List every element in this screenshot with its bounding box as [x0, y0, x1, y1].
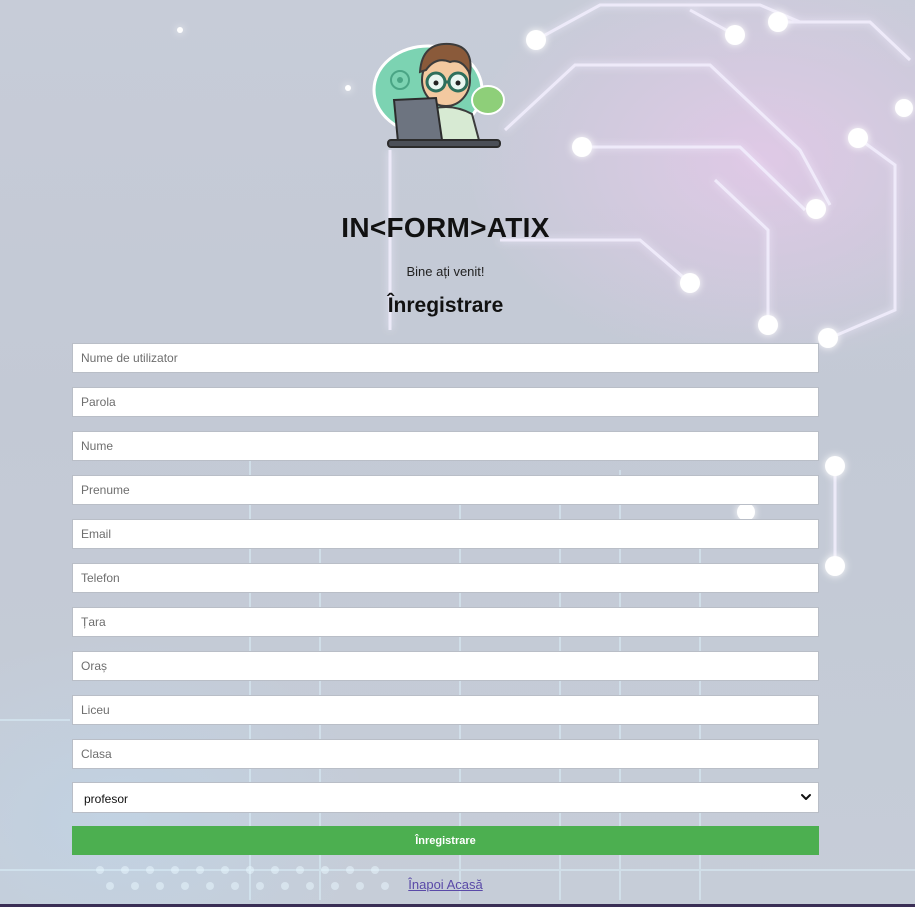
programmer-logo	[372, 42, 505, 148]
class-input[interactable]	[72, 739, 819, 769]
welcome-text: Bine ați venit!	[406, 264, 485, 279]
brand-title: IN<FORM>ATIX	[341, 212, 550, 243]
back-home-container: Înapoi Acasă	[0, 877, 891, 892]
email-input[interactable]	[72, 519, 819, 549]
last-name-input[interactable]	[72, 431, 819, 461]
back-home-link[interactable]: Înapoi Acasă	[408, 877, 482, 892]
country-input[interactable]	[72, 607, 819, 637]
form-title: Înregistrare	[387, 294, 504, 317]
phone-input[interactable]	[72, 563, 819, 593]
chevron-down-icon	[801, 794, 811, 800]
username-input[interactable]	[72, 343, 819, 373]
first-name-input[interactable]	[72, 475, 819, 505]
password-input[interactable]	[72, 387, 819, 417]
role-select[interactable]: profesor	[72, 782, 819, 813]
city-input[interactable]	[72, 651, 819, 681]
register-button[interactable]: Înregistrare	[72, 826, 819, 855]
role-select-value: profesor	[84, 792, 129, 806]
school-input[interactable]	[72, 695, 819, 725]
registration-page: IN<FORM>ATIX Bine ați venit! Înregistrar…	[0, 0, 915, 907]
